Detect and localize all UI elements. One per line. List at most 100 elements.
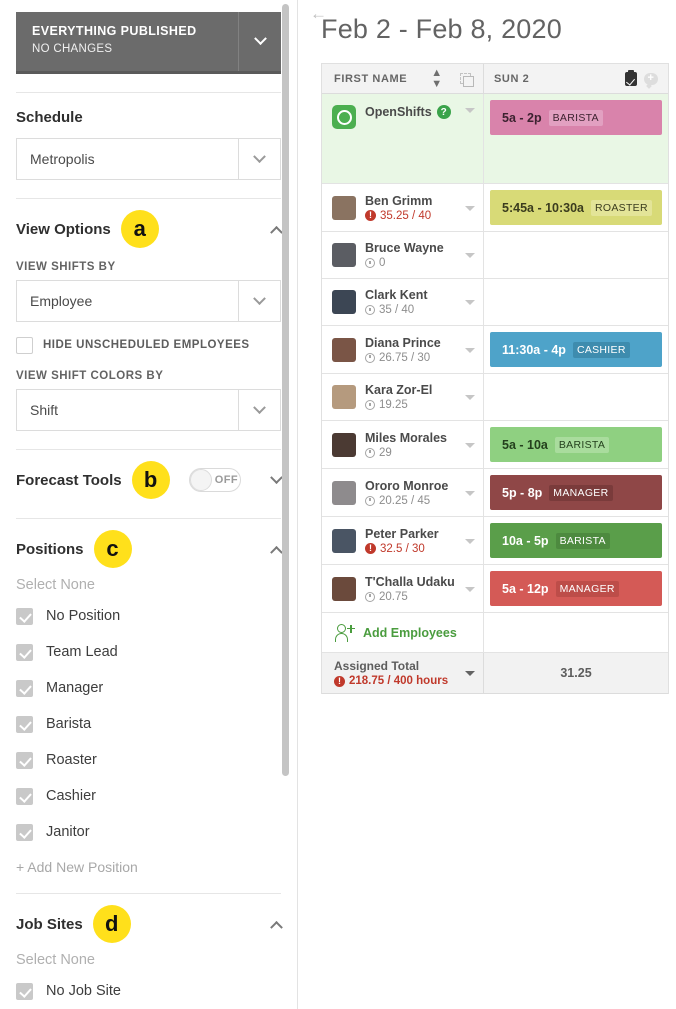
row-menu-caret-icon[interactable]	[465, 105, 475, 115]
forecast-tools-toggle[interactable]: OFF	[188, 468, 241, 492]
employee-name-cell[interactable]: Ororo Monroe 20.25 / 45	[322, 469, 484, 516]
view-options-header[interactable]: View Options a	[16, 209, 283, 249]
day-cell[interactable]: 5a - 2p BARISTA	[484, 94, 668, 183]
day-cell[interactable]: 5:45a - 10:30a ROASTER	[484, 184, 668, 231]
chevron-down-icon[interactable]	[238, 390, 280, 430]
row-menu-caret-icon[interactable]	[465, 536, 475, 546]
add-new-position-link[interactable]: + Add New Position	[16, 859, 281, 875]
row-menu-caret-icon[interactable]	[465, 345, 475, 355]
employee-name-cell[interactable]: Kara Zor-El 19.25	[322, 374, 484, 420]
collapse-toggle-job-sites[interactable]	[270, 920, 283, 934]
copy-icon[interactable]	[460, 73, 475, 87]
employee-name-cell[interactable]: Clark Kent 35 / 40	[322, 279, 484, 325]
add-employees-button[interactable]: Add Employees	[322, 613, 484, 652]
collapse-toggle-view-options[interactable]	[270, 225, 283, 239]
sort-updown-icon[interactable]: ▲ ▼	[431, 67, 442, 90]
shift-block[interactable]: 5p - 8p MANAGER	[490, 475, 662, 510]
shift-block[interactable]: 11:30a - 4p CASHIER	[490, 332, 662, 367]
employee-name-cell[interactable]: Ben Grimm! 35.25 / 40	[322, 184, 484, 231]
job-sites-select-none[interactable]: Select None	[16, 952, 281, 968]
clipboard-check-icon[interactable]	[625, 69, 637, 86]
day-cell[interactable]	[484, 279, 668, 325]
row-menu-caret-icon[interactable]	[465, 250, 475, 260]
employee-name-cell[interactable]: T'Challa Udaku 20.75	[322, 565, 484, 612]
table-row[interactable]: T'Challa Udaku 20.75 5a - 12p MANAGER	[322, 565, 668, 613]
help-icon[interactable]: ?	[436, 105, 451, 119]
add-employees-day-cell[interactable]	[484, 613, 668, 652]
forecast-tools-header[interactable]: Forecast Tools b OFF	[16, 460, 283, 500]
caret-down-icon[interactable]	[465, 668, 475, 678]
row-menu-caret-icon[interactable]	[465, 488, 475, 498]
table-row[interactable]: OpenShifts? 5a - 2p BARISTA	[322, 94, 668, 184]
job-site-item[interactable]: No Job Site	[16, 978, 281, 1004]
day-cell[interactable]: 5a - 12p MANAGER	[484, 565, 668, 612]
collapse-toggle-positions[interactable]	[270, 545, 283, 559]
shift-block[interactable]: 10a - 5p BARISTA	[490, 523, 662, 558]
position-item[interactable]: Roaster	[16, 747, 281, 773]
job-site-checkbox[interactable]	[16, 982, 33, 1000]
view-colors-by-select[interactable]: Shift	[16, 389, 281, 431]
sidebar-scrollbar[interactable]	[282, 4, 289, 776]
table-row[interactable]: Miles Morales 29 5a - 10a BARISTA	[322, 421, 668, 469]
position-checkbox[interactable]	[16, 607, 33, 625]
row-menu-caret-icon[interactable]	[465, 584, 475, 594]
table-row[interactable]: Clark Kent 35 / 40	[322, 279, 668, 326]
table-row[interactable]: Peter Parker! 32.5 / 30 10a - 5p BARISTA	[322, 517, 668, 565]
row-menu-caret-icon[interactable]	[465, 392, 475, 402]
hide-unscheduled-checkbox[interactable]	[16, 336, 33, 354]
shift-block[interactable]: 5a - 10a BARISTA	[490, 427, 662, 462]
day-cell[interactable]: 5p - 8p MANAGER	[484, 469, 668, 516]
add-comment-icon[interactable]	[644, 71, 658, 85]
position-item[interactable]: Manager	[16, 675, 281, 701]
position-item[interactable]: Barista	[16, 711, 281, 737]
employee-name-cell[interactable]: Diana Prince 26.75 / 30	[322, 326, 484, 373]
publish-status-banner[interactable]: EVERYTHING PUBLISHED NO CHANGES	[16, 12, 281, 74]
position-checkbox[interactable]	[16, 787, 33, 805]
back-arrow-icon[interactable]: ←	[310, 5, 327, 22]
employee-name-cell[interactable]: Miles Morales 29	[322, 421, 484, 468]
chevron-down-icon[interactable]	[238, 139, 280, 179]
table-row[interactable]: Diana Prince 26.75 / 30 11:30a - 4p CASHIER	[322, 326, 668, 374]
positions-select-none[interactable]: Select None	[16, 577, 281, 593]
position-checkbox[interactable]	[16, 823, 33, 841]
position-item[interactable]: Team Lead	[16, 639, 281, 665]
shift-block[interactable]: 5a - 12p MANAGER	[490, 571, 662, 606]
position-checkbox[interactable]	[16, 751, 33, 769]
schedule-select[interactable]: Metropolis	[16, 138, 281, 180]
collapse-toggle-forecast-tools[interactable]	[270, 470, 283, 485]
add-employees-row[interactable]: Add Employees	[322, 613, 668, 653]
table-row[interactable]: Bruce Wayne 0	[322, 232, 668, 279]
assigned-total-name-cell[interactable]: Assigned Total ! 218.75 / 400 hours	[322, 653, 484, 693]
row-menu-caret-icon[interactable]	[465, 203, 475, 213]
table-row[interactable]: Ororo Monroe 20.25 / 45 5p - 8p MANAGER	[322, 469, 668, 517]
day-cell[interactable]	[484, 232, 668, 278]
position-item[interactable]: Janitor	[16, 819, 281, 845]
column-header-first-name[interactable]: FIRST NAME ▲ ▼	[322, 64, 484, 93]
position-checkbox[interactable]	[16, 715, 33, 733]
position-item[interactable]: No Position	[16, 603, 281, 629]
row-menu-caret-icon[interactable]	[465, 440, 475, 450]
job-sites-header[interactable]: Job Sites d	[16, 904, 283, 944]
avatar	[332, 528, 356, 553]
shift-block[interactable]: 5:45a - 10:30a ROASTER	[490, 190, 662, 225]
table-row[interactable]: Kara Zor-El 19.25	[322, 374, 668, 421]
employee-name-cell[interactable]: Bruce Wayne 0	[322, 232, 484, 278]
view-shifts-by-select[interactable]: Employee	[16, 280, 281, 322]
position-checkbox[interactable]	[16, 679, 33, 697]
day-cell[interactable]: 11:30a - 4p CASHIER	[484, 326, 668, 373]
chevron-down-icon[interactable]	[238, 281, 280, 321]
hide-unscheduled-row[interactable]: HIDE UNSCHEDULED EMPLOYEES	[16, 332, 281, 358]
position-checkbox[interactable]	[16, 643, 33, 661]
positions-header[interactable]: Positions c	[16, 529, 283, 569]
column-header-sun-2[interactable]: SUN 2	[484, 64, 668, 93]
row-menu-caret-icon[interactable]	[465, 297, 475, 307]
day-cell[interactable]: 10a - 5p BARISTA	[484, 517, 668, 564]
shift-block[interactable]: 5a - 2p BARISTA	[490, 100, 662, 135]
publish-dropdown-button[interactable]	[238, 12, 281, 71]
employee-name-cell[interactable]: Peter Parker! 32.5 / 30	[322, 517, 484, 564]
position-item[interactable]: Cashier	[16, 783, 281, 809]
table-row[interactable]: Ben Grimm! 35.25 / 40 5:45a - 10:30a ROASTE…	[322, 184, 668, 232]
day-cell[interactable]: 5a - 10a BARISTA	[484, 421, 668, 468]
employee-name-cell[interactable]: OpenShifts?	[322, 94, 484, 183]
day-cell[interactable]	[484, 374, 668, 420]
